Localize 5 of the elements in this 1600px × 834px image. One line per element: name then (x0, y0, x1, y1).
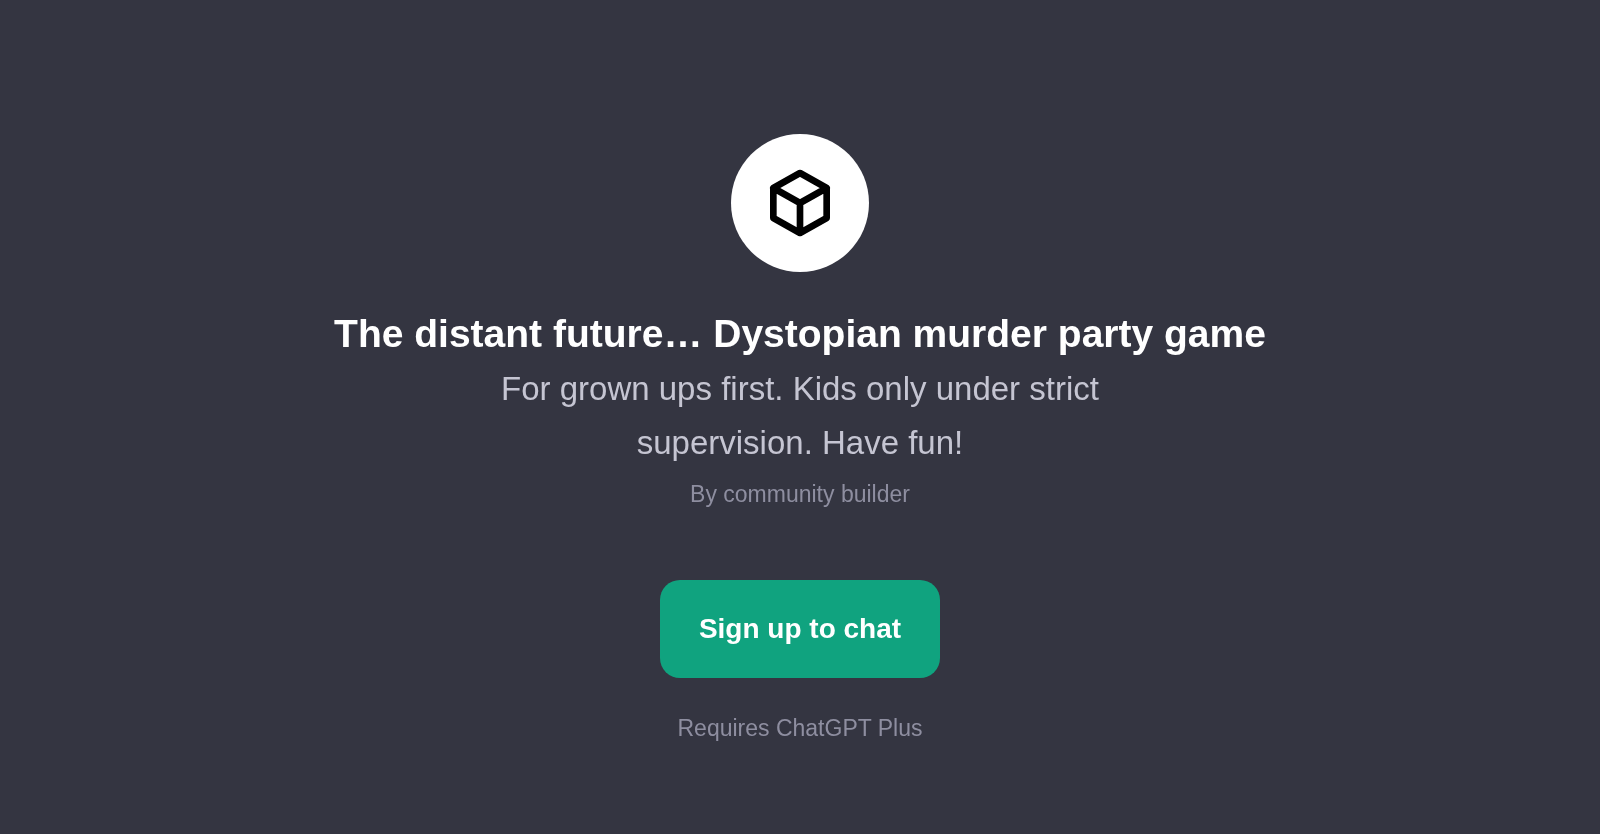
sign-up-button[interactable]: Sign up to chat (660, 580, 940, 678)
author-byline: By community builder (690, 480, 910, 509)
gpt-description: For grown ups first. Kids only under strict supervision. Have fun! (500, 369, 1100, 463)
requirement-note: Requires ChatGPT Plus (677, 714, 923, 743)
gpt-title: The distant future… Dystopian murder party game (334, 311, 1266, 357)
